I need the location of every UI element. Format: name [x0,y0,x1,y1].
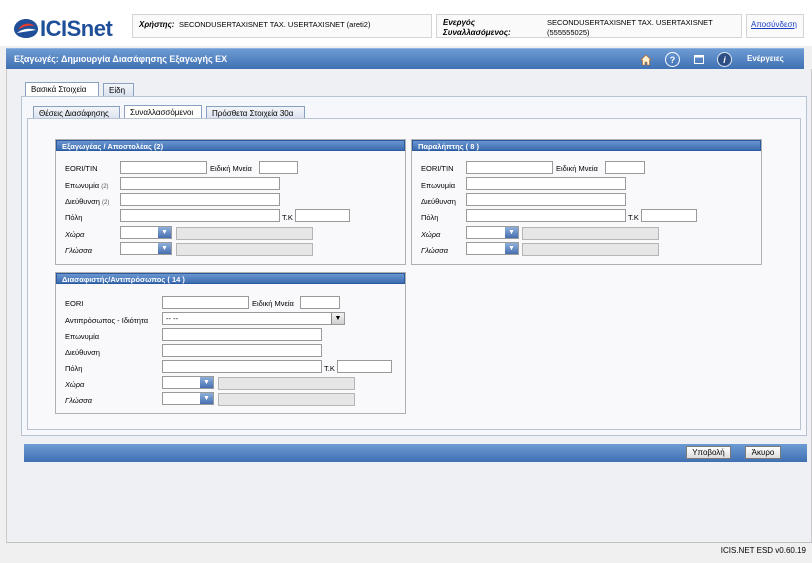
actions-menu[interactable]: Ενέργειες [747,54,784,63]
chevron-down-icon: ▼ [331,313,344,324]
consignee-postal-label: Τ.Κ [628,213,639,222]
exporter-special-input[interactable] [259,161,298,174]
exporter-eori-label: EORI/TIN [65,164,98,173]
logout-container: Αποσύνδεση [746,14,804,38]
consignee-header: Παραλήπτης ( 8 ) [412,140,761,151]
exporter-postal-label: Τ.Κ [282,213,293,222]
declarant-postal-input[interactable] [337,360,392,373]
app-logo: ICISnet [40,16,113,41]
user-info: Χρήστης: SECONDUSERTAXISNET TAX. USERTAX… [132,14,432,38]
exporter-address-suffix: (2) [102,200,110,206]
tab-items[interactable]: Είδη [103,83,134,97]
consignee-special-label: Ειδική Μνεία [556,164,598,173]
declarant-language-select[interactable]: ▼ [162,392,214,405]
page-titlebar: Εξαγωγές: Δημιουργία Διασάφησης Εξαγωγής… [6,48,804,69]
chevron-down-icon: ▼ [158,227,171,238]
consignee-country-label: Χώρα [421,230,441,239]
exporter-special-label: Ειδική Μνεία [210,164,252,173]
action-bar: Υποβολή Άκυρο [24,444,807,462]
exporter-name-suffix: (2) [101,184,109,190]
consignee-eori-input[interactable] [466,161,553,174]
consignee-postal-input[interactable] [641,209,697,222]
declarant-eori-input[interactable] [162,296,249,309]
exporter-postal-input[interactable] [295,209,350,222]
exporter-header: Εξαγωγέας / Αποστολέας (2) [56,140,405,151]
user-label: Χρήστης: [139,20,175,29]
declarant-city-input[interactable] [162,360,322,373]
exporter-city-input[interactable] [120,209,280,222]
declarant-postal-label: Τ.Κ [324,364,335,373]
info-icon[interactable]: i [717,52,732,67]
exporter-city-label: Πόλη [65,213,83,222]
consignee-language-select[interactable]: ▼ [466,242,519,255]
declarant-name-input[interactable] [162,328,322,341]
chevron-down-icon: ▼ [200,377,213,388]
help-icon[interactable]: ? [665,52,680,67]
chevron-down-icon: ▼ [505,243,518,254]
declarant-address-label: Διεύθυνση [65,348,100,357]
consignee-language-label: Γλώσσα [421,246,449,255]
declarant-country-select[interactable]: ▼ [162,376,214,389]
operator-label-1: Ενεργός [443,18,476,27]
home-icon[interactable] [638,52,653,67]
operator-value-1: SECONDUSERTAXISNET TAX. USERTAXISNET [547,18,713,27]
chevron-down-icon: ▼ [200,393,213,404]
operator-info: Ενεργός Συναλλασόμενος: SECONDUSERTAXISN… [436,14,742,38]
logout-link[interactable]: Αποσύνδεση [751,20,797,29]
declarant-eori-label: EORI [65,299,84,308]
declarant-special-input[interactable] [300,296,340,309]
icisnet-logo-icon [14,19,38,38]
chevron-down-icon: ▼ [158,243,171,254]
declarant-address-input[interactable] [162,344,322,357]
exporter-language-label: Γλώσσα [65,246,93,255]
consignee-country-select[interactable]: ▼ [466,226,519,239]
window-icon[interactable] [691,52,706,67]
consignee-special-input[interactable] [605,161,645,174]
declarant-special-label: Ειδική Μνεία [252,299,294,308]
status-bar: ICIS.NET ESD v0.60.19 [6,542,812,557]
consignee-language-desc [522,243,659,256]
operator-label-2: Συναλλασόμενος: [443,28,511,37]
consignee-name-label: Επωνυμία [421,181,456,190]
exporter-address-label: Διεύθυνση (2) [65,197,109,206]
exporter-language-select[interactable]: ▼ [120,242,172,255]
declarant-representative-label: Αντιπρόσωπος - Ιδιότητα [65,316,149,325]
consignee-name-input[interactable] [466,177,626,190]
consignee-eori-label: EORI/TIN [421,164,454,173]
declarant-city-label: Πόλη [65,364,83,373]
declarant-header: Διασαφιστής/Αντιπρόσωπος ( 14 ) [56,273,405,284]
consignee-address-input[interactable] [466,193,626,206]
consignee-country-desc [522,227,659,240]
consignee-city-input[interactable] [466,209,626,222]
consignee-city-label: Πόλη [421,213,439,222]
user-value: SECONDUSERTAXISNET TAX. USERTAXISNET (ar… [179,20,371,29]
exporter-address-input[interactable] [120,193,280,206]
submit-button[interactable]: Υποβολή [686,446,731,459]
exporter-country-label: Χώρα [65,230,85,239]
operator-value-2: (555555025) [547,28,590,37]
exporter-language-desc [176,243,313,256]
declarant-representative-value: -- -- [166,314,179,323]
cancel-button[interactable]: Άκυρο [745,446,781,459]
version-label: ICIS.NET ESD v0.60.19 [720,546,806,555]
exporter-address-text: Διεύθυνση [65,197,100,206]
exporter-eori-input[interactable] [120,161,207,174]
chevron-down-icon: ▼ [505,227,518,238]
exporter-name-label: Επωνυμία (2) [65,181,109,190]
declarant-name-label: Επωνυμία [65,332,100,341]
top-header: ICISnet Χρήστης: SECONDUSERTAXISNET TAX.… [0,0,812,46]
declarant-country-label: Χώρα [65,380,85,389]
declarant-representative-select[interactable]: -- -- ▼ [162,312,345,325]
exporter-name-text: Επωνυμία [65,181,100,190]
consignee-address-label: Διεύθυνση [421,197,456,206]
declarant-language-label: Γλώσσα [65,396,93,405]
exporter-country-select[interactable]: ▼ [120,226,172,239]
declarant-language-desc [218,393,355,406]
declarant-country-desc [218,377,355,390]
page-title: Εξαγωγές: Δημιουργία Διασάφησης Εξαγωγής… [14,54,228,64]
tab-basic-info[interactable]: Βασικά Στοιχεία [25,82,99,97]
exporter-country-desc [176,227,313,240]
exporter-name-input[interactable] [120,177,280,190]
